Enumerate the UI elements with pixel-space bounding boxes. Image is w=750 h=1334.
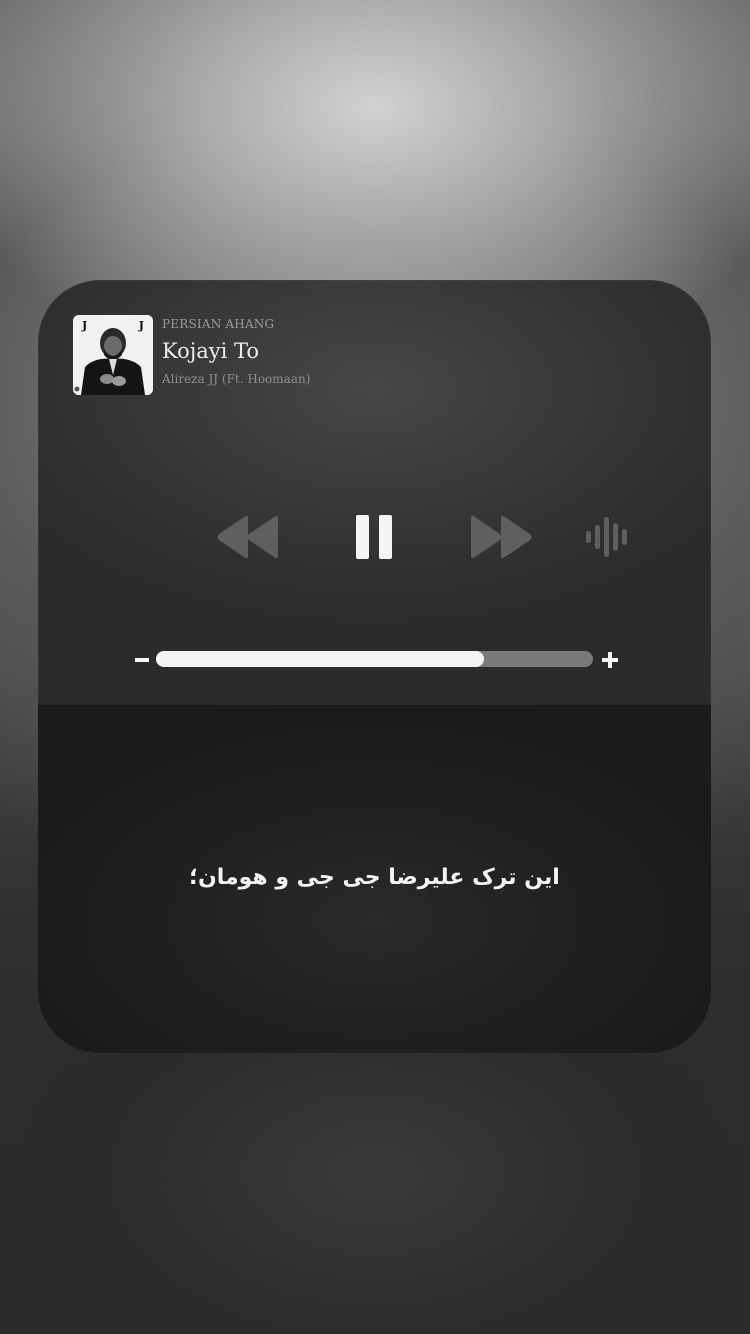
pause-icon: [356, 515, 392, 559]
track-title[interactable]: Kojayi To: [162, 339, 462, 363]
volume-down-button[interactable]: [132, 645, 156, 675]
now-playing-card: J J PERSIAN AHANG Kojayi To Alireza JJ (…: [38, 280, 711, 1053]
caption-text: این ترک علیرضا جی جی و هومان؛: [189, 865, 560, 890]
fast-forward-icon: [471, 515, 532, 559]
album-art[interactable]: J J: [73, 315, 153, 395]
playback-controls: [38, 512, 711, 562]
volume-slider-fill: [156, 651, 484, 667]
volume-slider[interactable]: [156, 651, 593, 667]
rewind-button[interactable]: [216, 512, 280, 562]
volume-up-button[interactable]: [598, 645, 622, 675]
minus-icon: [135, 658, 149, 662]
album-art-letter-left: J: [82, 319, 88, 332]
volume-control: [38, 645, 711, 675]
track-artist[interactable]: Alireza JJ (Ft. Hoomaan): [162, 372, 462, 386]
sound-wave-icon: [586, 517, 627, 557]
track-meta: PERSIAN AHANG Kojayi To Alireza JJ (Ft. …: [162, 317, 462, 386]
plus-icon: [602, 652, 618, 668]
source-label: PERSIAN AHANG: [162, 317, 275, 331]
rewind-icon: [217, 515, 278, 559]
audio-output-button[interactable]: [584, 512, 634, 562]
fast-forward-button[interactable]: [469, 512, 533, 562]
pause-button[interactable]: [354, 512, 396, 562]
album-art-letter-right: J: [138, 319, 144, 332]
